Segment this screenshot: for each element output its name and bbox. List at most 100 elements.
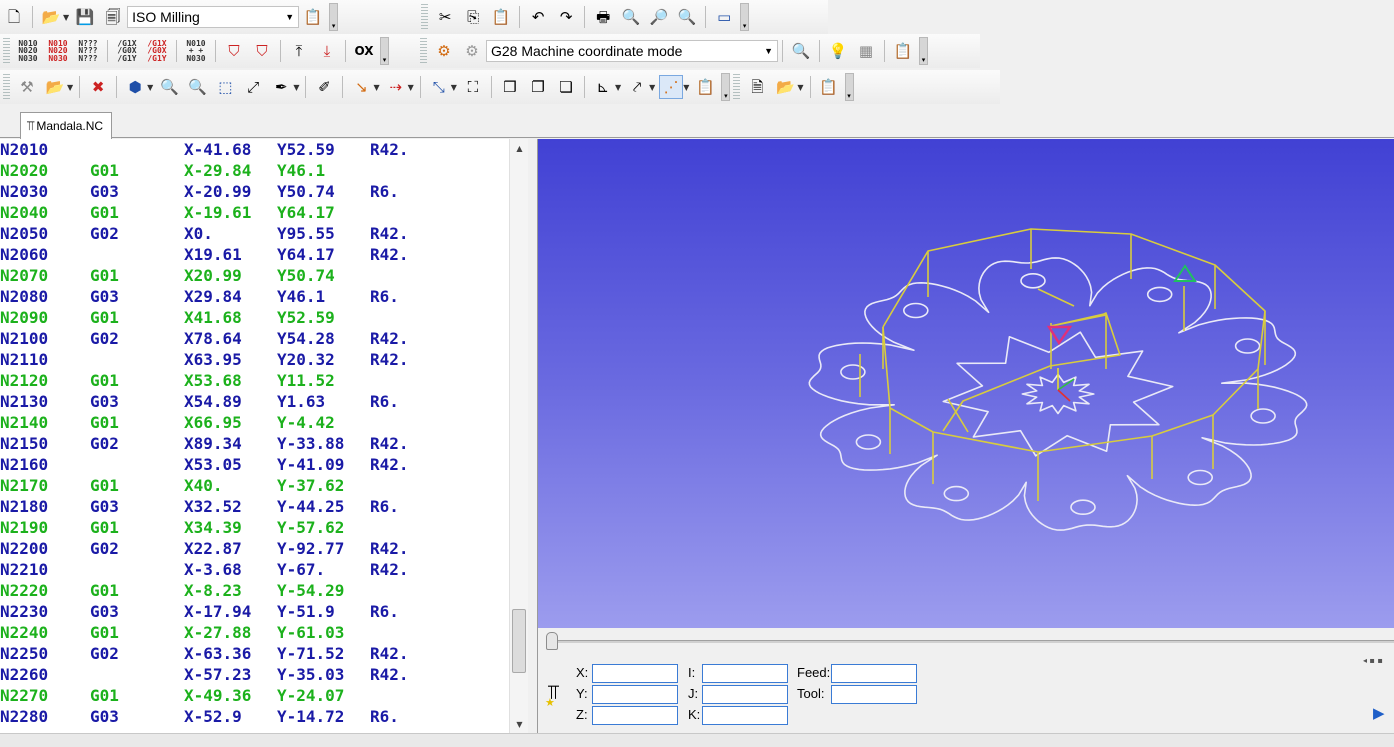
filter-alt-icon[interactable]: ⛉: [250, 39, 274, 63]
code-line[interactable]: N2140 G01 X66.95 Y-4.42: [0, 412, 527, 433]
toolpath-active-icon[interactable]: ⋰: [659, 75, 684, 99]
holder-icon[interactable]: ⛶: [461, 75, 485, 99]
zoom-fit-icon[interactable]: ⤢: [241, 75, 265, 99]
settings-icon[interactable]: ⚙: [460, 39, 484, 63]
toolbar-grip[interactable]: [3, 74, 10, 100]
code-line[interactable]: N2260 X-57.23 Y-35.03 R42.: [0, 664, 527, 685]
code-line[interactable]: N2100 G02 X78.64 Y54.28 R42.: [0, 328, 527, 349]
tool-field[interactable]: [831, 685, 917, 704]
scroll-up-icon[interactable]: ▲: [510, 139, 529, 157]
new-file-icon[interactable]: 🗋: [2, 5, 26, 29]
code-line[interactable]: N2150 G02 X89.34 Y-33.88 R42.: [0, 433, 527, 454]
code-line[interactable]: N2130 G03 X54.89 Y1.63 R6.: [0, 391, 527, 412]
tool-open-icon[interactable]: 📂: [43, 75, 67, 99]
remove-numbers-icon[interactable]: N010 N020 N030: [45, 39, 71, 63]
g-code-icon[interactable]: /G1X /G0X /G1Y: [114, 39, 140, 63]
code-line[interactable]: N2090 G01 X41.68 Y52.59: [0, 307, 527, 328]
code-line[interactable]: N2060 X19.61 Y64.17 R42.: [0, 244, 527, 265]
code-line[interactable]: N2200 G02 X22.87 Y-92.77 R42.: [0, 538, 527, 559]
k-field[interactable]: [702, 706, 788, 725]
pen-icon[interactable]: ✒: [269, 75, 293, 99]
toolbar-grip[interactable]: [421, 4, 429, 30]
print-icon[interactable]: 🖶: [591, 5, 615, 29]
stock-icon[interactable]: ❒: [498, 75, 522, 99]
code-line[interactable]: N2170 G01 X40. Y-37.62: [0, 475, 527, 496]
filter-icon[interactable]: ⛉: [222, 39, 246, 63]
copy-icon[interactable]: ⎘: [461, 5, 485, 29]
scroll-down-icon[interactable]: ▼: [510, 715, 529, 733]
backplot-viewport[interactable]: [537, 139, 1394, 628]
remove-g-code-icon[interactable]: /G1X /G0X /G1Y: [144, 39, 170, 63]
i-field[interactable]: [702, 664, 788, 683]
code-line[interactable]: N2160 X53.05 Y-41.09 R42.: [0, 454, 527, 475]
number-query-icon[interactable]: N??? N??? N???: [75, 39, 101, 63]
document-icon[interactable]: 🗎: [745, 75, 769, 99]
code-line[interactable]: N2280 G03 X-52.9 Y-14.72 R6.: [0, 706, 527, 727]
undo-icon[interactable]: ↶: [526, 5, 550, 29]
chevron-down-icon[interactable]: ▼: [408, 83, 414, 92]
search-icon[interactable]: 🔍: [789, 39, 813, 63]
scroll-left-icon[interactable]: ◂ ▪ ▪: [1363, 656, 1383, 665]
code-scrollbar[interactable]: ▲ ▼: [509, 139, 528, 733]
tool-remove-icon[interactable]: ✖: [86, 75, 110, 99]
toolbar-overflow[interactable]: ▾: [844, 73, 854, 101]
z-field[interactable]: [592, 706, 678, 725]
stock-move-icon[interactable]: ❏: [554, 75, 578, 99]
path-icon[interactable]: ↘: [349, 75, 373, 99]
save-icon[interactable]: 💾: [73, 5, 97, 29]
toolbar-overflow[interactable]: ▾: [721, 73, 731, 101]
machine-icon[interactable]: ⚙: [432, 39, 456, 63]
play-icon[interactable]: ▶: [1373, 704, 1385, 722]
code-line[interactable]: N2180 G03 X32.52 Y-44.25 R6.: [0, 496, 527, 517]
rapid-icon[interactable]: ⇢: [384, 75, 408, 99]
chevron-down-icon[interactable]: ▼: [293, 83, 299, 92]
code-line[interactable]: N2080 G03 X29.84 Y46.1 R6.: [0, 286, 527, 307]
chevron-down-icon[interactable]: ▼: [451, 83, 457, 92]
code-line[interactable]: N2050 G02 X0. Y95.55 R42.: [0, 223, 527, 244]
properties-icon[interactable]: 📋: [693, 75, 717, 99]
toolbar-overflow[interactable]: ▾: [919, 37, 928, 65]
chevron-down-icon[interactable]: ▼: [615, 83, 621, 92]
cut-icon[interactable]: ✂: [433, 5, 457, 29]
code-line[interactable]: N2040 G01 X-19.61 Y64.17: [0, 202, 527, 223]
toolpath-icon[interactable]: ⤡: [427, 75, 451, 99]
zoom-out-icon[interactable]: 🔍: [675, 5, 699, 29]
nc-code-editor[interactable]: N2010 X-41.68 Y52.59 R42. N2020 G01 X-29.84 Y46…: [0, 139, 528, 733]
save-all-icon[interactable]: 🗐: [101, 5, 125, 29]
grid-icon[interactable]: ▦: [854, 39, 878, 63]
download-icon[interactable]: ⤓: [315, 39, 339, 63]
tab-mandala-nc[interactable]: ⫪ Mandala.NC: [20, 112, 113, 139]
paste-icon[interactable]: 📋: [489, 5, 513, 29]
zoom-window-icon[interactable]: ⬚: [213, 75, 237, 99]
open-folder-icon[interactable]: 📂: [773, 75, 797, 99]
code-line[interactable]: N2210 X-3.68 Y-67. R42.: [0, 559, 527, 580]
code-line[interactable]: N2120 G01 X53.68 Y11.52: [0, 370, 527, 391]
origin-icon[interactable]: ⤤: [625, 75, 649, 99]
toolbar-grip[interactable]: [733, 74, 741, 100]
bulb-icon[interactable]: 💡: [826, 39, 850, 63]
toolbar-overflow[interactable]: ▾: [740, 3, 750, 31]
code-line[interactable]: N2010 X-41.68 Y52.59 R42.: [0, 139, 527, 160]
code-line[interactable]: N2220 G01 X-8.23 Y-54.29: [0, 580, 527, 601]
renumber-icon[interactable]: N010 N020 N030: [15, 39, 41, 63]
code-line[interactable]: N2270 G01 X-49.36 Y-24.07: [0, 685, 527, 706]
chevron-down-icon[interactable]: ▼: [373, 83, 379, 92]
feed-field[interactable]: [831, 664, 917, 683]
chevron-down-icon[interactable]: ▼: [649, 83, 655, 92]
solid-view-icon[interactable]: ⬢: [123, 75, 147, 99]
chevron-down-icon[interactable]: ▼: [683, 83, 689, 92]
simulation-slider[interactable]: [546, 632, 558, 650]
properties-icon[interactable]: 📋: [891, 39, 915, 63]
chevron-down-icon[interactable]: ▼: [147, 83, 153, 92]
code-line[interactable]: N2030 G03 X-20.99 Y50.74 R6.: [0, 181, 527, 202]
redo-icon[interactable]: ↷: [554, 5, 578, 29]
code-line[interactable]: N2070 G01 X20.99 Y50.74: [0, 265, 527, 286]
code-line[interactable]: N2020 G01 X-29.84 Y46.1: [0, 160, 527, 181]
code-line[interactable]: N2240 G01 X-27.88 Y-61.03: [0, 622, 527, 643]
properties-icon[interactable]: 📋: [817, 75, 841, 99]
display-icon[interactable]: ▭: [712, 5, 736, 29]
ox-icon[interactable]: OX: [352, 39, 376, 63]
toolbar-grip[interactable]: [3, 38, 10, 64]
code-line[interactable]: N2250 G02 X-63.36 Y-71.52 R42.: [0, 643, 527, 664]
zoom-in-icon[interactable]: 🔎: [647, 5, 671, 29]
